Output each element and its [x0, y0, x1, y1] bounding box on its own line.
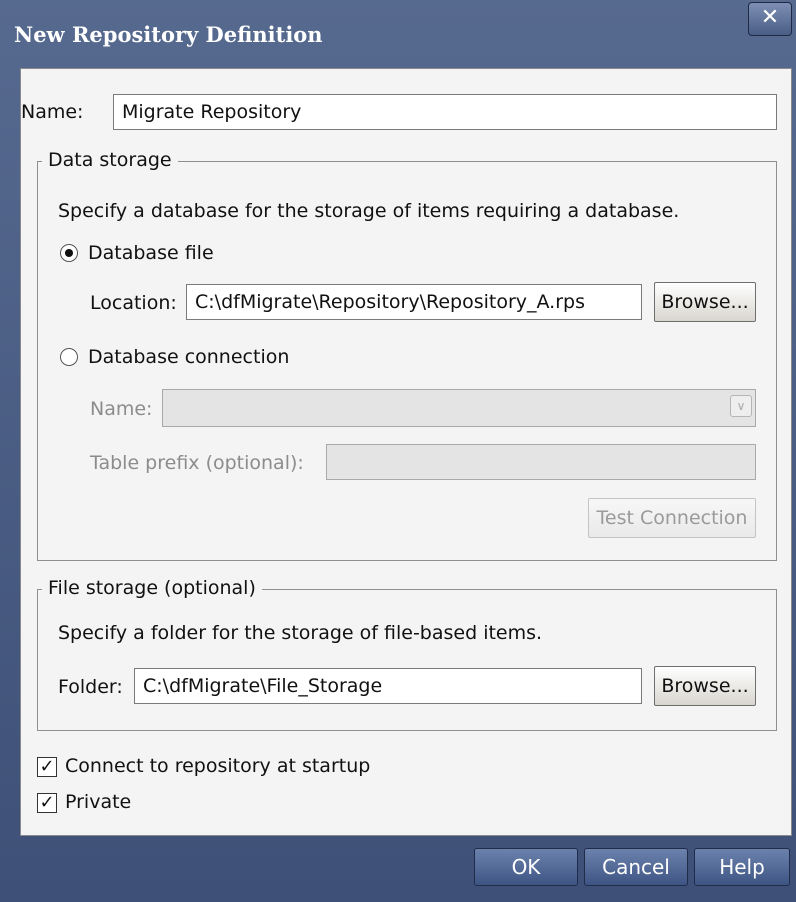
radio-selected-dot — [65, 249, 73, 257]
table-prefix-field[interactable] — [326, 444, 756, 480]
dialog-content: Name: Migrate Repository Data storage Sp… — [20, 68, 792, 836]
data-storage-description: Specify a database for the storage of it… — [58, 200, 680, 222]
connection-name-label: Name: — [90, 398, 153, 420]
database-file-label[interactable]: Database file — [88, 242, 214, 264]
connect-at-startup-checkbox[interactable]: ✓ — [37, 757, 57, 777]
database-connection-radio[interactable] — [60, 348, 78, 366]
private-label[interactable]: Private — [65, 791, 131, 813]
new-repository-dialog: New Repository Definition ✕ Name: Migrat… — [0, 0, 796, 902]
data-storage-legend: Data storage — [42, 149, 178, 171]
name-field[interactable]: Migrate Repository — [113, 94, 777, 130]
ok-button[interactable]: OK — [474, 848, 578, 886]
connection-name-dropdown[interactable] — [162, 389, 756, 427]
dialog-footer: OK Cancel Help — [20, 836, 792, 898]
help-button[interactable]: Help — [694, 848, 790, 886]
file-storage-group: File storage (optional) Specify a folder… — [37, 577, 777, 731]
name-label: Name: — [21, 101, 84, 123]
folder-label: Folder: — [58, 676, 123, 698]
database-connection-label[interactable]: Database connection — [88, 346, 289, 368]
location-browse-button[interactable]: Browse... — [654, 282, 756, 322]
file-storage-description: Specify a folder for the storage of file… — [58, 622, 543, 644]
folder-browse-button[interactable]: Browse... — [654, 666, 756, 706]
private-checkbox[interactable]: ✓ — [37, 793, 57, 813]
chevron-down-icon[interactable]: ∨ — [730, 395, 752, 417]
cancel-button[interactable]: Cancel — [584, 848, 688, 886]
database-file-radio[interactable] — [60, 244, 78, 262]
connect-at-startup-label[interactable]: Connect to repository at startup — [65, 755, 370, 777]
data-storage-group: Data storage Specify a database for the … — [37, 149, 777, 561]
checkmark-icon: ✓ — [39, 792, 55, 813]
table-prefix-label: Table prefix (optional): — [90, 452, 304, 474]
close-button[interactable]: ✕ — [748, 2, 792, 36]
location-label: Location: — [90, 292, 177, 314]
dialog-title: New Repository Definition — [14, 22, 323, 47]
location-field[interactable]: C:\dfMigrate\Repository\Repository_A.rps — [186, 284, 642, 320]
file-storage-legend: File storage (optional) — [42, 577, 262, 599]
title-bar: New Repository Definition ✕ — [0, 0, 796, 68]
checkmark-icon: ✓ — [39, 756, 55, 777]
test-connection-button[interactable]: Test Connection — [588, 498, 756, 538]
folder-field[interactable]: C:\dfMigrate\File_Storage — [134, 668, 642, 704]
close-icon: ✕ — [760, 5, 780, 30]
